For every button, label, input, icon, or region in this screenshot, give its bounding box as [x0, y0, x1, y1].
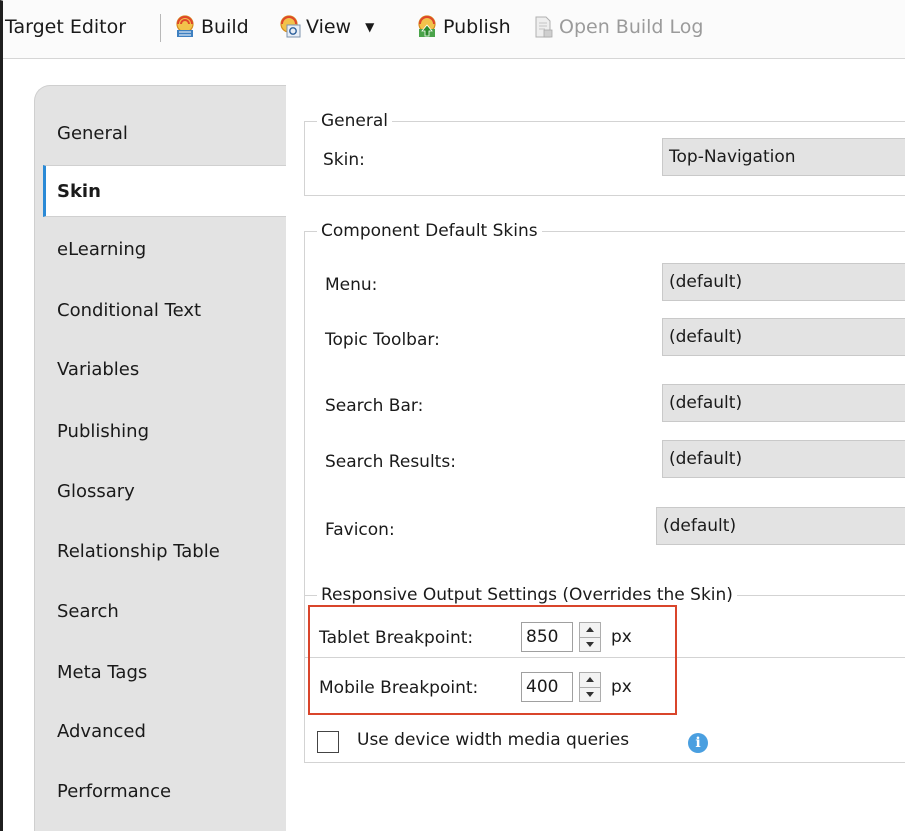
view-button[interactable]: View ▼: [278, 14, 374, 40]
nav-item-publishing[interactable]: Publishing: [35, 406, 287, 458]
info-icon[interactable]: i: [688, 733, 708, 753]
publish-button[interactable]: Publish: [415, 14, 511, 40]
topic-toolbar-skin-label: Topic Toolbar:: [325, 330, 440, 350]
nav-item-relationship-table[interactable]: Relationship Table: [35, 526, 287, 578]
nav-item-skin[interactable]: Skin: [43, 165, 289, 217]
device-width-checkbox[interactable]: [317, 731, 339, 753]
menu-skin-select[interactable]: (default): [662, 263, 905, 301]
build-label: Build: [201, 16, 249, 38]
publish-icon: [418, 15, 436, 37]
breakpoint-highlight: [308, 605, 677, 715]
nav-item-performance[interactable]: Performance: [35, 766, 287, 818]
menu-skin-label: Menu:: [325, 275, 378, 295]
view-icon: [280, 15, 301, 38]
toolbar: Target Editor Build View ▼ Publish Open …: [3, 0, 905, 59]
view-label: View: [306, 16, 352, 38]
topic-toolbar-skin-select[interactable]: (default): [662, 318, 905, 356]
toolbar-separator: [160, 14, 161, 42]
build-log-icon: [535, 16, 553, 38]
search-results-skin-select[interactable]: (default): [662, 440, 905, 478]
chevron-down-icon[interactable]: ▼: [365, 14, 374, 40]
search-results-skin-label: Search Results:: [325, 452, 456, 472]
nav-item-search[interactable]: Search: [35, 586, 287, 638]
publish-label: Publish: [443, 16, 511, 38]
settings-nav: General Skin eLearning Conditional Text …: [34, 85, 289, 831]
favicon-label: Favicon:: [325, 520, 395, 540]
open-build-log-button[interactable]: Open Build Log: [531, 14, 703, 40]
nav-item-glossary[interactable]: Glossary: [35, 466, 287, 518]
general-group: General Skin: Top-Navigation: [304, 109, 905, 196]
device-width-checkbox-label[interactable]: Use device width media queries: [357, 730, 629, 750]
search-bar-skin-label: Search Bar:: [325, 396, 424, 416]
nav-item-elearning[interactable]: eLearning: [35, 224, 287, 276]
nav-item-variables[interactable]: Variables: [35, 344, 287, 396]
favicon-select[interactable]: (default): [656, 507, 905, 545]
build-button[interactable]: Build: [173, 14, 249, 40]
component-skins-legend: Component Default Skins: [317, 219, 542, 243]
skin-label: Skin:: [323, 150, 365, 170]
responsive-output-legend: Responsive Output Settings (Overrides th…: [317, 583, 737, 607]
nav-item-advanced[interactable]: Advanced: [35, 706, 287, 758]
search-bar-skin-select[interactable]: (default): [662, 384, 905, 422]
nav-item-general[interactable]: General: [35, 108, 287, 160]
skin-select[interactable]: Top-Navigation: [662, 138, 905, 176]
toolbar-title: Target Editor: [5, 16, 127, 38]
open-build-log-label: Open Build Log: [559, 16, 704, 38]
skin-settings-panel: General Skin: Top-Navigation Component D…: [286, 85, 905, 831]
build-icon: [176, 15, 194, 37]
nav-item-conditional-text[interactable]: Conditional Text: [35, 285, 287, 337]
general-legend: General: [317, 109, 392, 133]
nav-item-meta-tags[interactable]: Meta Tags: [35, 647, 287, 699]
